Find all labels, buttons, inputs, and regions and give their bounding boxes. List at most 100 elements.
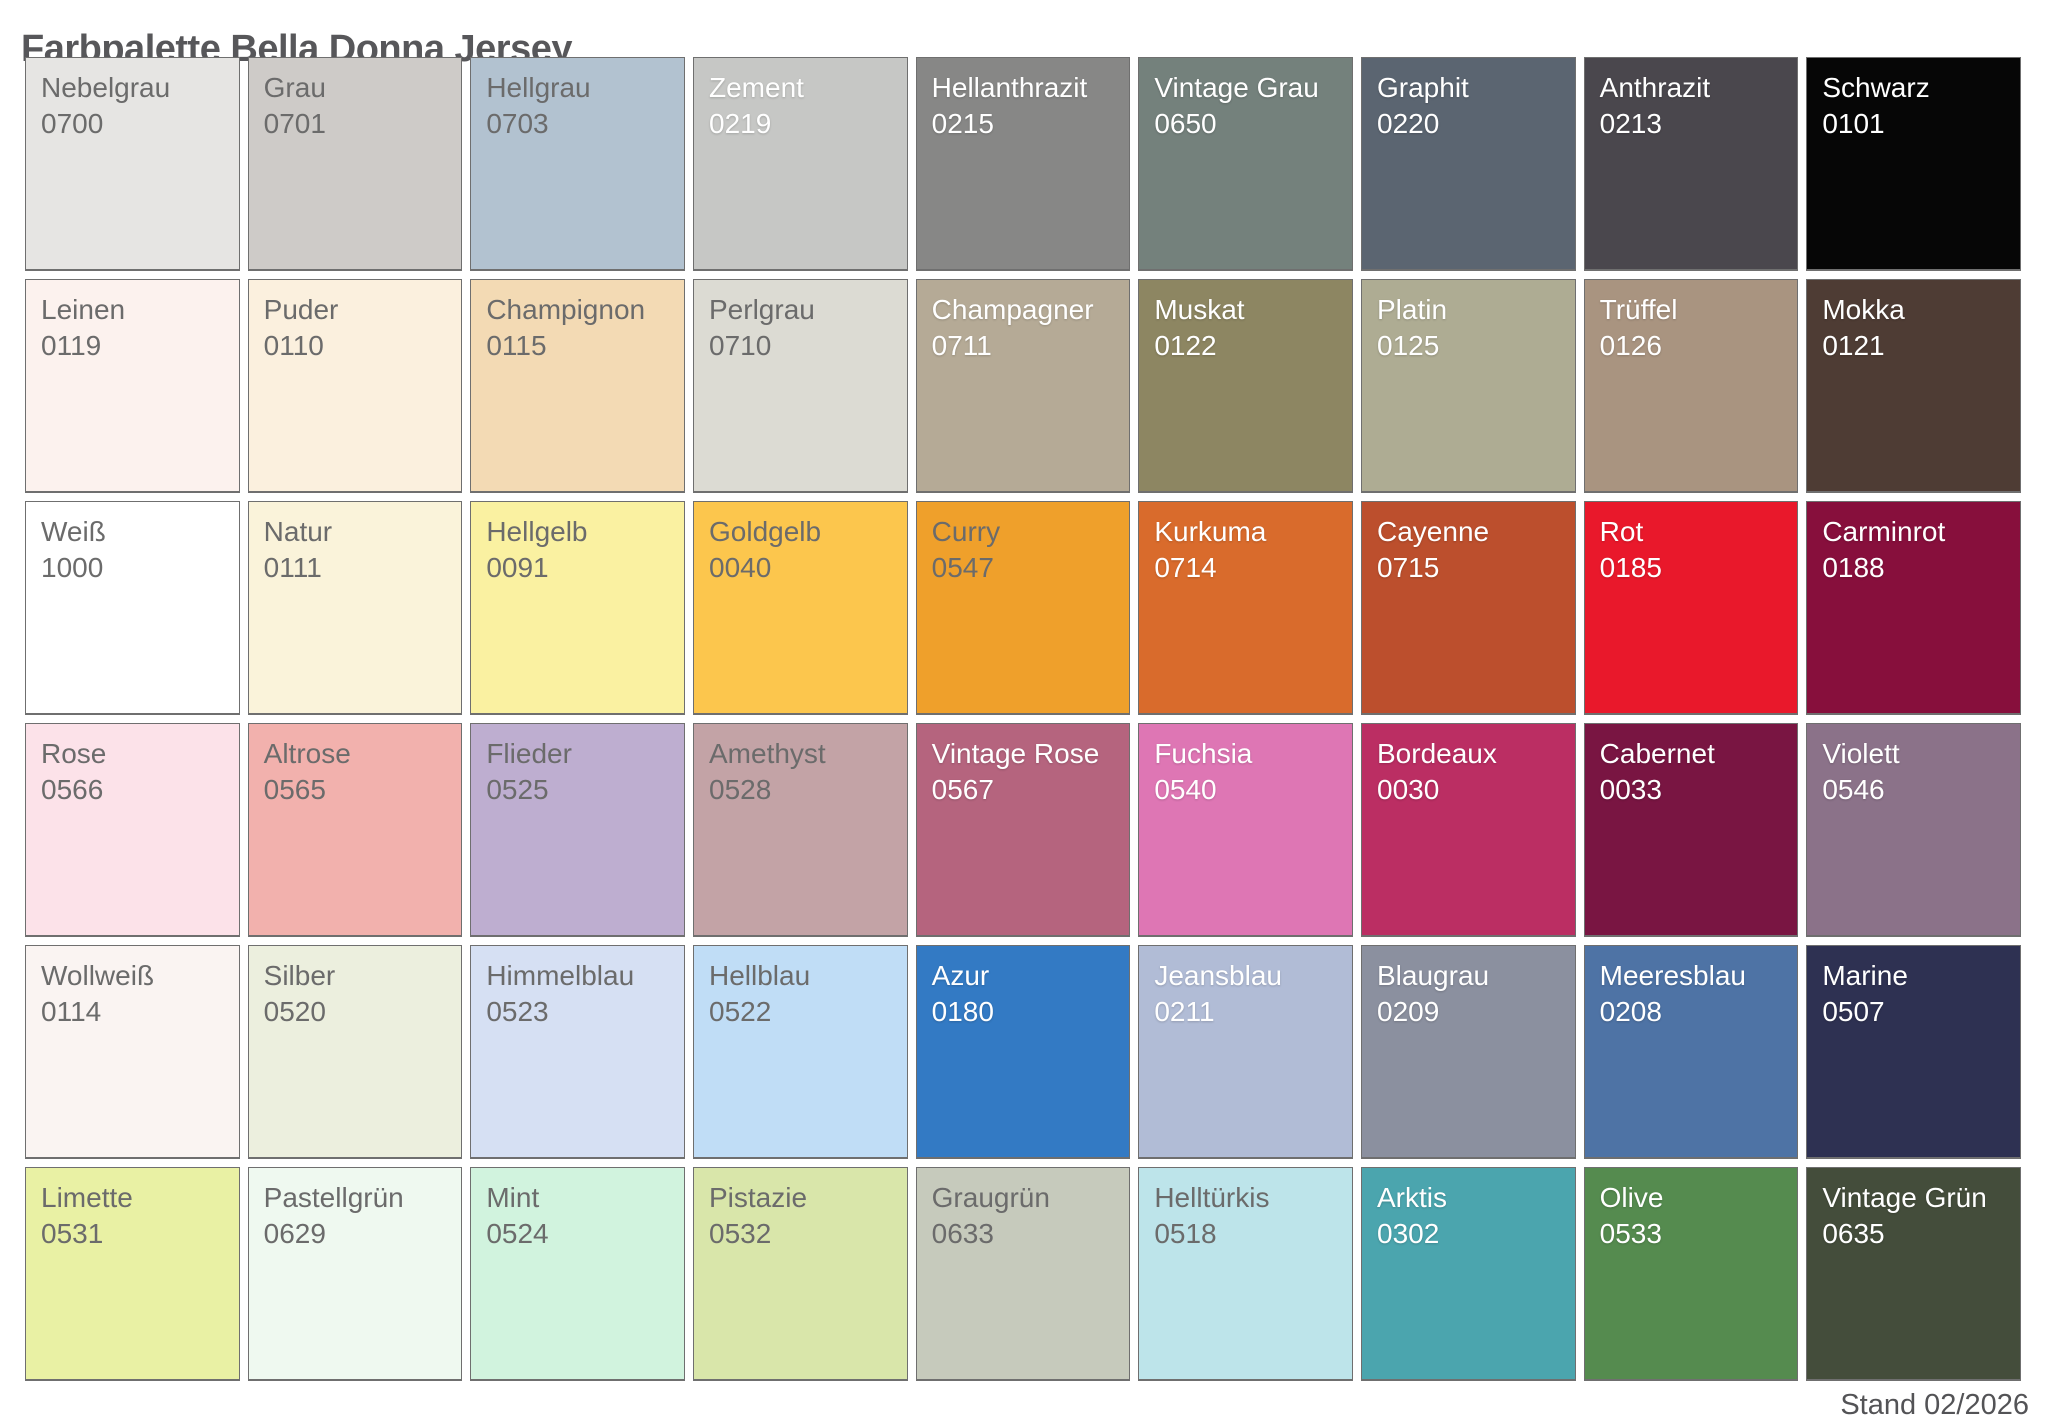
color-swatch: Flieder0525 [470, 723, 685, 937]
color-swatch: Platin0125 [1361, 279, 1576, 493]
swatch-code: 0209 [1377, 994, 1565, 1030]
swatch-code: 0520 [264, 994, 452, 1030]
swatch-name: Amethyst [709, 736, 897, 772]
color-swatch: Anthrazit0213 [1584, 57, 1799, 271]
swatch-name: Trüffel [1600, 292, 1788, 328]
color-swatch: Bordeaux0030 [1361, 723, 1576, 937]
swatch-name: Vintage Rose [932, 736, 1120, 772]
color-swatch: Wollweiß0114 [25, 945, 240, 1159]
swatch-code: 0546 [1822, 772, 2010, 808]
swatch-name: Pastellgrün [264, 1180, 452, 1216]
swatch-code: 0188 [1822, 550, 2010, 586]
color-swatch: Silber0520 [248, 945, 463, 1159]
color-swatch: Rose0566 [25, 723, 240, 937]
swatch-name: Leinen [41, 292, 229, 328]
color-swatch: Limette0531 [25, 1167, 240, 1381]
swatch-name: Rose [41, 736, 229, 772]
swatch-name: Hellblau [709, 958, 897, 994]
swatch-code: 0220 [1377, 106, 1565, 142]
swatch-code: 0302 [1377, 1216, 1565, 1252]
swatch-code: 0533 [1600, 1216, 1788, 1252]
color-swatch: Vintage Grün0635 [1806, 1167, 2021, 1381]
swatch-code: 0703 [486, 106, 674, 142]
color-swatch: Violett0546 [1806, 723, 2021, 937]
color-swatch: Himmelblau0523 [470, 945, 685, 1159]
swatch-code: 0110 [264, 328, 452, 364]
swatch-name: Helltürkis [1154, 1180, 1342, 1216]
swatch-code: 0528 [709, 772, 897, 808]
color-swatch: Cayenne0715 [1361, 501, 1576, 715]
swatch-name: Carminrot [1822, 514, 2010, 550]
swatch-name: Silber [264, 958, 452, 994]
color-swatch: Schwarz0101 [1806, 57, 2021, 271]
swatch-code: 0215 [932, 106, 1120, 142]
swatch-code: 0547 [932, 550, 1120, 586]
swatch-name: Mint [486, 1180, 674, 1216]
swatch-name: Vintage Grün [1822, 1180, 2010, 1216]
color-swatch: Hellgelb0091 [470, 501, 685, 715]
swatch-name: Jeansblau [1154, 958, 1342, 994]
swatch-code: 0701 [264, 106, 452, 142]
color-swatch: Hellblau0522 [693, 945, 908, 1159]
swatch-code: 0565 [264, 772, 452, 808]
swatch-code: 1000 [41, 550, 229, 586]
color-swatch: Leinen0119 [25, 279, 240, 493]
swatch-code: 0523 [486, 994, 674, 1030]
swatch-code: 0710 [709, 328, 897, 364]
color-swatch: Natur0111 [248, 501, 463, 715]
color-swatch: Mint0524 [470, 1167, 685, 1381]
color-swatch: Hellgrau0703 [470, 57, 685, 271]
color-swatch: Graphit0220 [1361, 57, 1576, 271]
swatch-code: 0524 [486, 1216, 674, 1252]
swatch-code: 0211 [1154, 994, 1342, 1030]
swatch-name: Goldgelb [709, 514, 897, 550]
swatch-name: Platin [1377, 292, 1565, 328]
swatch-name: Himmelblau [486, 958, 674, 994]
color-swatch: Carminrot0188 [1806, 501, 2021, 715]
swatch-name: Bordeaux [1377, 736, 1565, 772]
swatch-code: 0700 [41, 106, 229, 142]
swatch-name: Blaugrau [1377, 958, 1565, 994]
swatch-code: 0208 [1600, 994, 1788, 1030]
color-swatch: Pastellgrün0629 [248, 1167, 463, 1381]
swatch-code: 0525 [486, 772, 674, 808]
color-swatch: Nebelgrau0700 [25, 57, 240, 271]
swatch-code: 0033 [1600, 772, 1788, 808]
color-swatch: Kurkuma0714 [1138, 501, 1353, 715]
swatch-code: 0119 [41, 328, 229, 364]
swatch-name: Curry [932, 514, 1120, 550]
swatch-code: 0714 [1154, 550, 1342, 586]
swatch-name: Puder [264, 292, 452, 328]
swatch-name: Zement [709, 70, 897, 106]
swatch-name: Hellanthrazit [932, 70, 1120, 106]
swatch-code: 0125 [1377, 328, 1565, 364]
swatch-name: Meeresblau [1600, 958, 1788, 994]
swatch-name: Azur [932, 958, 1120, 994]
color-swatch: Curry0547 [916, 501, 1131, 715]
swatch-name: Vintage Grau [1154, 70, 1342, 106]
color-swatch: Azur0180 [916, 945, 1131, 1159]
color-swatch: Trüffel0126 [1584, 279, 1799, 493]
swatch-name: Olive [1600, 1180, 1788, 1216]
swatch-name: Champignon [486, 292, 674, 328]
swatch-name: Graugrün [932, 1180, 1120, 1216]
swatch-name: Natur [264, 514, 452, 550]
swatch-code: 0567 [932, 772, 1120, 808]
swatch-code: 0633 [932, 1216, 1120, 1252]
swatch-name: Fuchsia [1154, 736, 1342, 772]
color-swatch: Helltürkis0518 [1138, 1167, 1353, 1381]
color-swatch: Hellanthrazit0215 [916, 57, 1131, 271]
color-swatch: Rot0185 [1584, 501, 1799, 715]
color-swatch: Olive0533 [1584, 1167, 1799, 1381]
swatch-code: 0522 [709, 994, 897, 1030]
swatch-code: 0213 [1600, 106, 1788, 142]
color-swatch: Vintage Rose0567 [916, 723, 1131, 937]
swatch-name: Perlgrau [709, 292, 897, 328]
swatch-name: Hellgelb [486, 514, 674, 550]
swatch-code: 0566 [41, 772, 229, 808]
swatch-code: 0650 [1154, 106, 1342, 142]
swatch-code: 0532 [709, 1216, 897, 1252]
swatch-name: Weiß [41, 514, 229, 550]
swatch-name: Rot [1600, 514, 1788, 550]
swatch-code: 0531 [41, 1216, 229, 1252]
